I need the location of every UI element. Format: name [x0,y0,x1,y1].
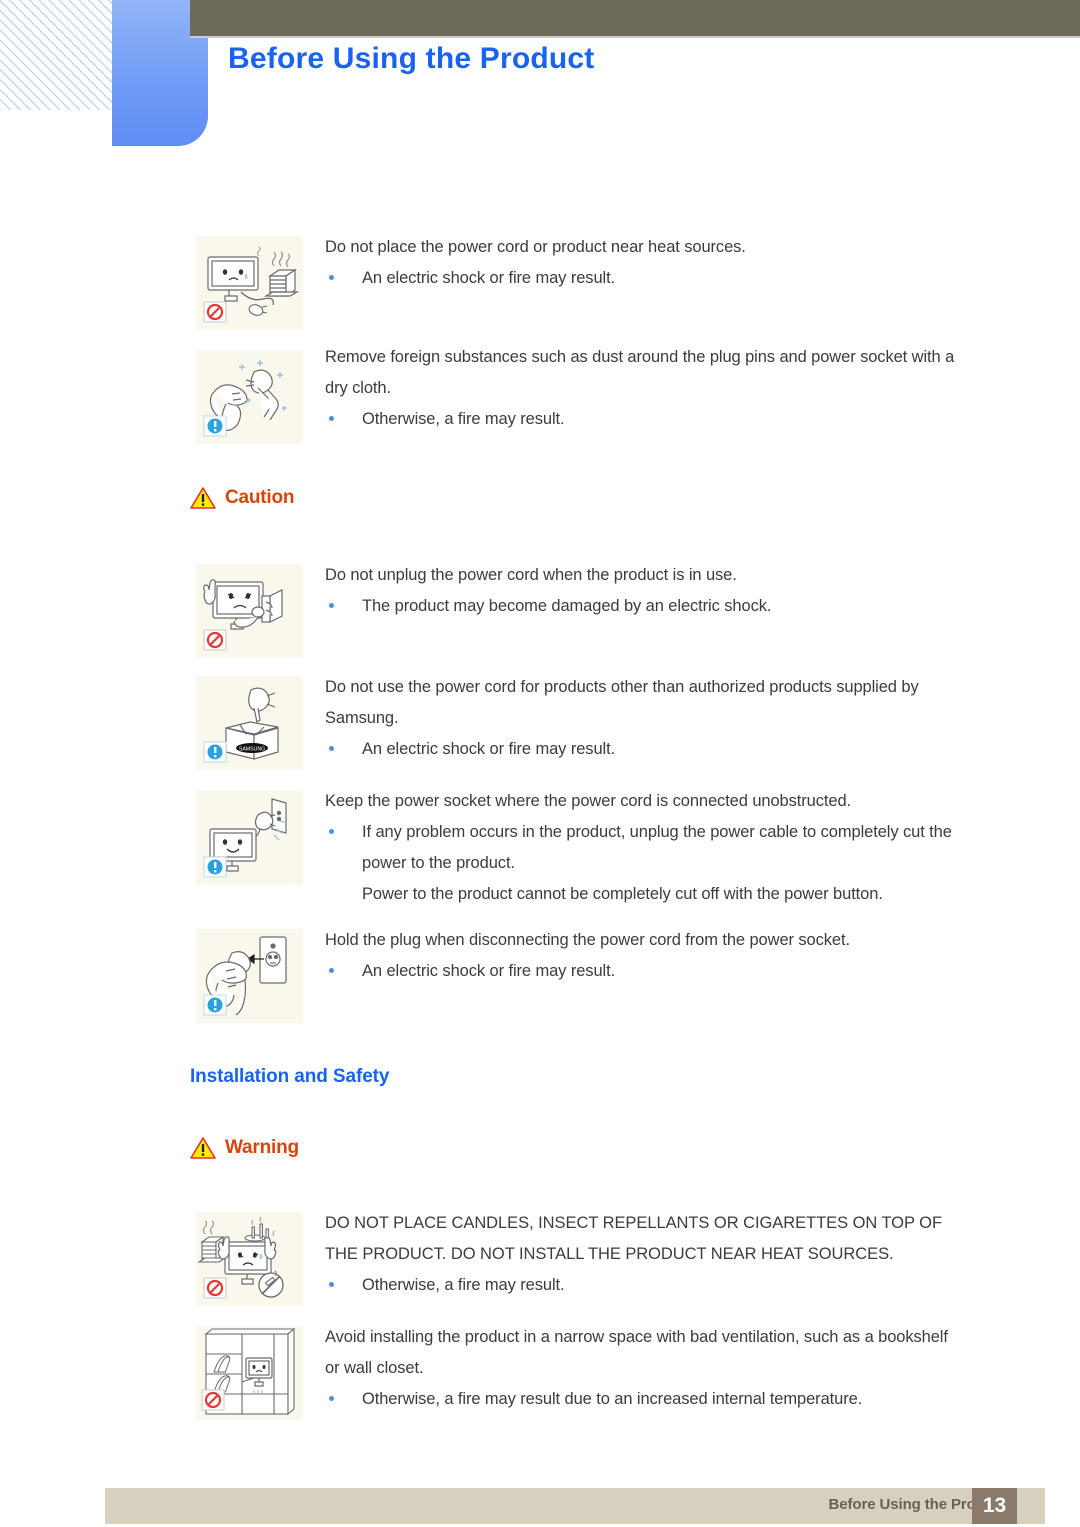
page-header: Before Using the Product [0,0,1080,150]
header-underline [190,36,1080,38]
bullet-text: An electric shock or fire may result. [362,962,616,980]
safety-item-lead: DO NOT PLACE CANDLES, INSECT REPELLANTS … [325,1214,942,1263]
warning-section-heading: Warning [190,1136,299,1160]
safety-item-lead: Hold the plug when disconnecting the pow… [325,931,850,949]
safety-item-lead: Remove foreign substances such as dust a… [325,348,955,397]
bullet-dot-icon [329,1282,334,1287]
monitor-unplug-prohibited-illustration [196,564,303,658]
safety-item-bullet: An electric shock or fire may result. [325,956,965,987]
monitor-in-bookshelf-prohibited-illustration [196,1326,303,1420]
warning-triangle-icon [190,487,216,509]
candles-cigarettes-on-monitor-prohibited-illustration [196,1212,303,1306]
svg-text:SAMSUNG: SAMSUNG [239,747,265,753]
safety-item-text: Do not place the power cord or product n… [325,232,965,294]
bullet-dot-icon [329,746,334,751]
safety-item-text: Keep the power socket where the power co… [325,786,965,910]
safety-item-bullet: Otherwise, a fire may result due to an i… [325,1384,965,1415]
safety-item-bullet: Otherwise, a fire may result. [325,1270,950,1301]
plug-samsung-box-illustration: SAMSUNG [196,676,303,770]
safety-item-lead: Do not use the power cord for products o… [325,678,919,727]
bullet-dot-icon [329,416,334,421]
safety-item-bullet: An electric shock or fire may result. [325,263,965,294]
safety-item-text: Hold the plug when disconnecting the pow… [325,925,965,987]
hand-holding-plug-socket-illustration [196,929,303,1023]
page-title: Before Using the Product [228,42,595,75]
decorative-hatch-pattern [0,0,116,110]
safety-item-lead: Avoid installing the product in a narrow… [325,1328,948,1377]
safety-item-lead: Keep the power socket where the power co… [325,792,851,810]
bullet-dot-icon [329,968,334,973]
safety-item-text: Do not unplug the power cord when the pr… [325,560,965,622]
bullet-text: If any problem occurs in the product, un… [362,823,952,872]
monitor-socket-unobstructed-illustration [196,791,303,885]
caution-section-heading: Caution [190,486,295,510]
bullet-text: Otherwise, a fire may result. [362,410,565,428]
monitor-heater-prohibited-illustration [196,236,303,330]
bullet-dot-icon [329,275,334,280]
hand-cleaning-plug-illustration [196,350,303,444]
warning-label: Warning [225,1137,299,1158]
installation-and-safety-heading: Installation and Safety [190,1066,390,1087]
page-number: 13 [982,1494,1007,1517]
safety-item-bullet: The product may become damaged by an ele… [325,591,965,622]
safety-item-text: Avoid installing the product in a narrow… [325,1322,965,1415]
bullet-dot-icon [329,603,334,608]
bullet-text: Otherwise, a fire may result. [362,1276,565,1294]
safety-item-text: Do not use the power cord for products o… [325,672,965,765]
safety-item-lead: Do not place the power cord or product n… [325,238,746,256]
bullet-dot-icon [329,1396,334,1401]
safety-item-text: Remove foreign substances such as dust a… [325,342,965,435]
bullet-text: Otherwise, a fire may result due to an i… [362,1390,863,1408]
safety-item-bullet: If any problem occurs in the product, un… [325,817,965,879]
safety-item-note: Power to the product cannot be completel… [362,885,883,903]
bullet-text: An electric shock or fire may result. [362,740,616,758]
header-olive-bar [190,0,1080,36]
bullet-text: An electric shock or fire may result. [362,269,616,287]
safety-item-bullet: Otherwise, a fire may result. [325,404,965,435]
bullet-dot-icon [329,829,334,834]
safety-item-lead: Do not unplug the power cord when the pr… [325,566,737,584]
safety-item-text: DO NOT PLACE CANDLES, INSECT REPELLANTS … [325,1208,950,1301]
caution-label: Caution [225,487,295,508]
warning-triangle-icon [190,1137,216,1159]
safety-item-bullet: An electric shock or fire may result. [325,734,965,765]
bullet-text: The product may become damaged by an ele… [362,597,772,615]
